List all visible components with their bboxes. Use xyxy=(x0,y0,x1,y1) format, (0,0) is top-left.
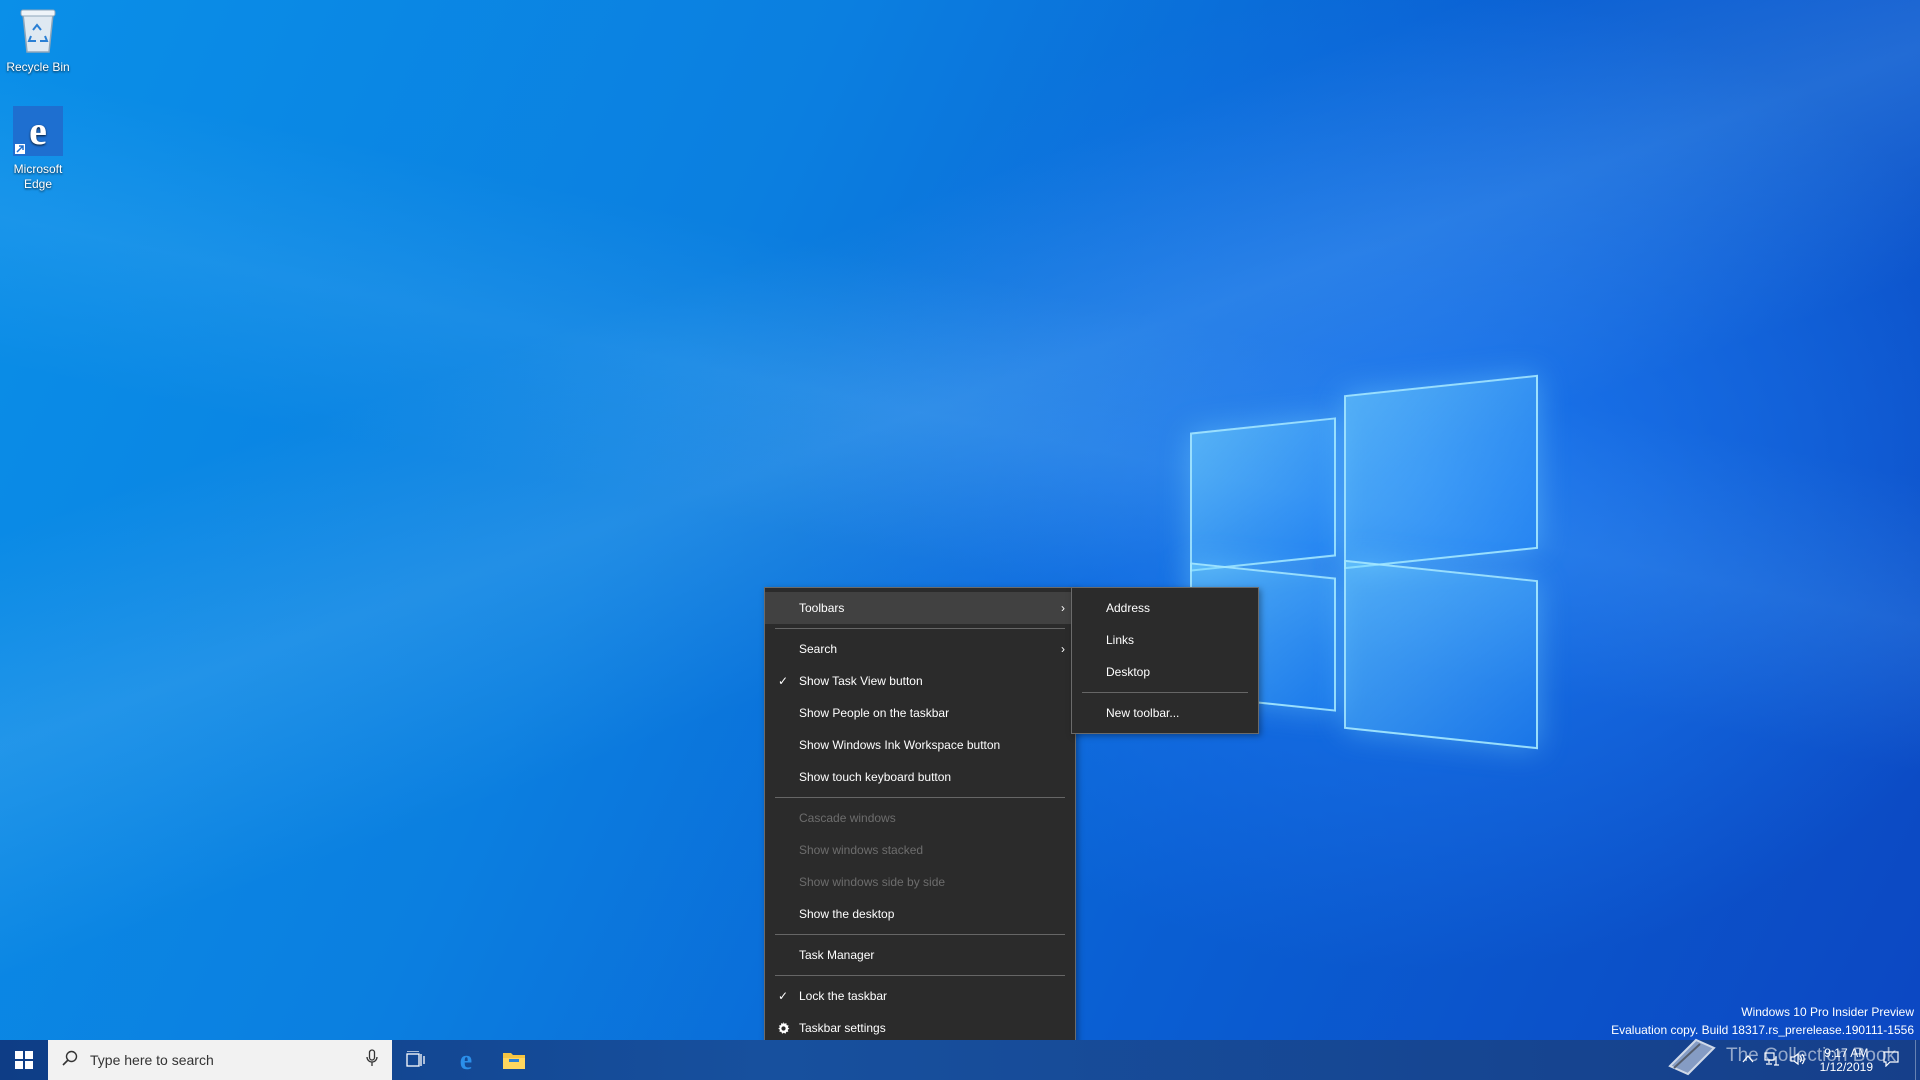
menu-item-show-the-desktop[interactable]: Show the desktop xyxy=(765,898,1075,930)
overlay-text: The Collection Book xyxy=(1726,1045,1897,1066)
svg-text:e: e xyxy=(29,108,47,153)
menu-separator xyxy=(775,975,1065,976)
menu-item-label: Show People on the taskbar xyxy=(799,706,950,720)
show-desktop-button[interactable] xyxy=(1915,1040,1920,1080)
menu-separator xyxy=(775,628,1065,629)
chevron-right-icon: › xyxy=(1061,601,1065,615)
recycle-bin-label: Recycle Bin xyxy=(6,60,70,74)
menu-separator xyxy=(775,797,1065,798)
menu-item-label: Show Windows Ink Workspace button xyxy=(799,738,1001,752)
taskbar-context-menu: Toolbars › Search › ✓ Show Task View but… xyxy=(764,587,1076,1049)
menu-item-label: Show Task View button xyxy=(799,674,923,688)
file-explorer-icon xyxy=(503,1053,525,1069)
menu-item-search[interactable]: Search › xyxy=(765,633,1075,665)
menu-item-label: Cascade windows xyxy=(799,811,896,825)
overlay-watermark: The Collection Book xyxy=(1666,1036,1896,1076)
edge-icon: e xyxy=(460,1047,472,1073)
menu-item-label: Desktop xyxy=(1106,665,1151,679)
menu-item-label: Links xyxy=(1106,633,1135,647)
checkmark-icon: ✓ xyxy=(777,674,789,688)
menu-item-show-touch-keyboard[interactable]: Show touch keyboard button xyxy=(765,761,1075,793)
svg-text:e: e xyxy=(460,1047,472,1073)
windows-start-icon xyxy=(15,1051,33,1069)
search-placeholder: Type here to search xyxy=(90,1052,214,1068)
search-icon xyxy=(62,1050,78,1071)
chevron-right-icon: › xyxy=(1061,642,1065,656)
submenu-item-desktop[interactable]: Desktop xyxy=(1072,656,1258,688)
menu-item-show-windows-side-by-side: Show windows side by side xyxy=(765,866,1075,898)
menu-separator xyxy=(1082,692,1248,693)
menu-item-cascade-windows: Cascade windows xyxy=(765,802,1075,834)
menu-item-show-windows-stacked: Show windows stacked xyxy=(765,834,1075,866)
task-view-button[interactable] xyxy=(392,1040,440,1080)
build-watermark: Windows 10 Pro Insider Preview Evaluatio… xyxy=(1611,1003,1914,1039)
menu-item-label: Address xyxy=(1106,601,1151,615)
microphone-icon[interactable] xyxy=(366,1048,378,1072)
desktop-icon-edge[interactable]: e Microsoft Edge xyxy=(0,106,76,192)
toolbars-submenu: Address Links Desktop New toolbar... xyxy=(1071,587,1259,734)
checkmark-icon: ✓ xyxy=(777,989,789,1003)
menu-item-lock-the-taskbar[interactable]: ✓ Lock the taskbar xyxy=(765,980,1075,1012)
submenu-item-links[interactable]: Links xyxy=(1072,624,1258,656)
taskbar-search-box[interactable]: Type here to search xyxy=(48,1040,392,1080)
menu-item-show-ink-workspace[interactable]: Show Windows Ink Workspace button xyxy=(765,729,1075,761)
submenu-item-new-toolbar[interactable]: New toolbar... xyxy=(1072,697,1258,729)
submenu-item-address[interactable]: Address xyxy=(1072,592,1258,624)
menu-item-label: Task Manager xyxy=(799,948,875,962)
taskbar: Type here to search e 9:17 AM 1/12/2019 xyxy=(0,1040,1920,1080)
file-explorer-taskbar-button[interactable] xyxy=(490,1040,538,1080)
menu-item-label: Taskbar settings xyxy=(799,1021,886,1035)
start-button[interactable] xyxy=(0,1040,48,1080)
edge-icon: e xyxy=(0,106,76,160)
menu-item-label: Show touch keyboard button xyxy=(799,770,952,784)
task-view-icon xyxy=(406,1051,425,1067)
book-icon xyxy=(1668,1038,1716,1076)
menu-item-show-task-view-button[interactable]: ✓ Show Task View button xyxy=(765,665,1075,697)
menu-item-toolbars[interactable]: Toolbars › xyxy=(765,592,1075,624)
menu-item-label: Toolbars xyxy=(799,601,845,615)
edge-label-line2: Edge xyxy=(23,177,53,191)
edge-label-line1: Microsoft xyxy=(13,162,63,176)
watermark-line1: Windows 10 Pro Insider Preview xyxy=(1741,1005,1914,1019)
edge-taskbar-button[interactable]: e xyxy=(442,1040,490,1080)
menu-separator xyxy=(775,934,1065,935)
menu-item-show-people[interactable]: Show People on the taskbar xyxy=(765,697,1075,729)
menu-item-label: Lock the taskbar xyxy=(799,989,888,1003)
menu-item-label: Show windows stacked xyxy=(799,843,924,857)
menu-item-label: Search xyxy=(799,642,838,656)
menu-item-task-manager[interactable]: Task Manager xyxy=(765,939,1075,971)
recycle-bin-icon xyxy=(0,6,76,58)
desktop-icon-recycle-bin[interactable]: Recycle Bin xyxy=(0,6,76,75)
menu-item-label: Show windows side by side xyxy=(799,875,946,889)
menu-item-label: New toolbar... xyxy=(1106,706,1180,720)
menu-item-label: Show the desktop xyxy=(799,907,895,921)
